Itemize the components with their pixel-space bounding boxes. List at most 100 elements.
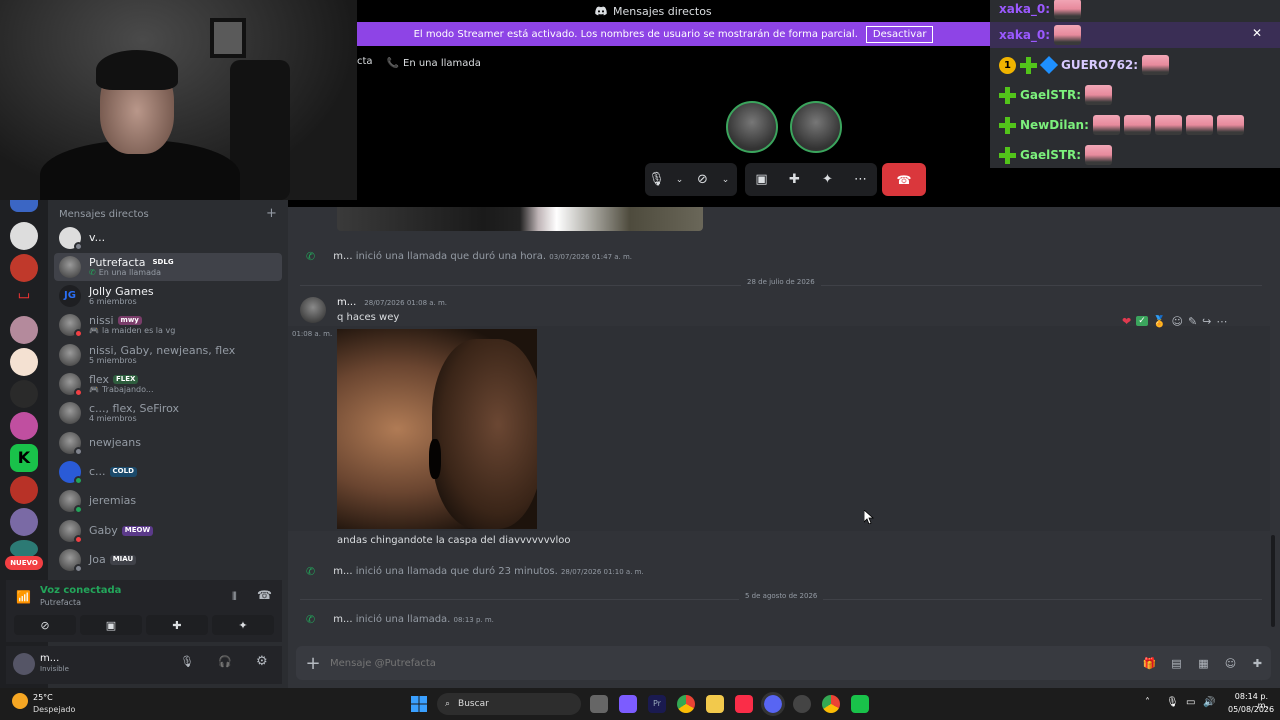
dm-item[interactable]: c..., flex, SeFirox 4 miembros	[54, 399, 282, 427]
camera-off-button[interactable]: ⊘	[14, 615, 76, 635]
avatar	[59, 373, 83, 397]
headphones-icon[interactable]: 🎧	[218, 655, 232, 668]
gear-icon[interactable]: ⚙	[256, 654, 268, 669]
microphone-icon[interactable]: 🎙	[1166, 697, 1179, 708]
message-input[interactable]	[330, 657, 1136, 669]
gift-icon[interactable]: 🎁	[1136, 657, 1163, 670]
close-icon[interactable]: ✕	[1252, 26, 1270, 42]
dm-item[interactable]: nissi, Gaby, newjeans, flex 5 miembros	[54, 341, 282, 369]
server-icon[interactable]	[10, 254, 38, 282]
apps-icon[interactable]: ✚	[1244, 657, 1271, 670]
dm-item[interactable]: Joa MIAU	[54, 546, 282, 574]
user-tag: FLEX	[113, 374, 139, 385]
file-explorer-icon[interactable]	[706, 695, 724, 713]
more-icon[interactable]: ⋯	[1216, 315, 1227, 328]
server-icon[interactable]: ⌴	[10, 286, 38, 306]
message-author[interactable]: m...	[337, 297, 356, 308]
avatar[interactable]	[300, 297, 326, 323]
chrome-icon[interactable]	[677, 695, 695, 713]
server-icon[interactable]	[10, 222, 38, 250]
server-icon[interactable]: K	[10, 444, 38, 472]
dm-item[interactable]: Gaby MEOW	[54, 517, 282, 545]
more-icon[interactable]: ⋯	[850, 169, 872, 191]
soundboard-icon[interactable]: ✦	[817, 169, 839, 191]
emote-icon	[1216, 115, 1244, 135]
dm-item[interactable]: nissi mwy 🎮 la maiden es la vg	[54, 311, 282, 339]
emote-icon	[1054, 25, 1082, 45]
copilot-icon[interactable]	[619, 695, 637, 713]
microphone-icon[interactable]: 🎙	[646, 169, 668, 191]
server-icon[interactable]	[10, 380, 38, 408]
emoji-icon[interactable]: ☺	[1217, 657, 1244, 670]
app-icon[interactable]	[793, 695, 811, 713]
soundboard-button[interactable]: ✦	[212, 615, 274, 635]
dm-item[interactable]: jeremias	[54, 487, 282, 515]
kick-icon[interactable]	[851, 695, 869, 713]
dm-item[interactable]: flex FLEX 🎮 Trabajando...	[54, 370, 282, 398]
weather-temp[interactable]: 25°C	[33, 693, 53, 702]
game-icon: 🎮	[89, 384, 99, 394]
disconnect-icon[interactable]: ☎	[257, 588, 272, 602]
microphone-icon[interactable]: 🎙	[180, 655, 194, 668]
camera-off-icon[interactable]: ⊘	[692, 169, 714, 191]
chevron-up-icon[interactable]: ˄	[1145, 697, 1150, 708]
date-divider-label: 5 de agosto de 2026	[739, 592, 824, 600]
server-icon[interactable]	[10, 476, 38, 504]
avatar[interactable]	[13, 653, 35, 675]
check-icon[interactable]: ✓	[1136, 316, 1148, 326]
chrome-profile-icon[interactable]	[822, 695, 840, 713]
server-icon[interactable]	[10, 200, 38, 212]
premiere-icon[interactable]: Pr	[648, 695, 666, 713]
image-attachment[interactable]	[337, 329, 537, 529]
call-participant-avatar[interactable]	[790, 101, 842, 153]
clock-date[interactable]: 05/08/2026	[1228, 705, 1274, 714]
disable-streamer-button[interactable]: Desactivar	[865, 25, 934, 43]
create-dm-button[interactable]: +	[266, 206, 277, 221]
emote-icon	[1154, 115, 1182, 135]
activities-button[interactable]: ✚	[146, 615, 208, 635]
taskbar-search[interactable]: ⌕ Buscar	[437, 693, 581, 715]
user-status: Invisible	[40, 665, 69, 673]
noise-suppression-icon[interactable]: ⦀	[232, 590, 237, 604]
voice-channel[interactable]: Putrefacta	[40, 598, 81, 607]
hangup-button[interactable]: ☎	[882, 163, 926, 196]
activities-icon[interactable]: ✚	[784, 169, 806, 191]
chat-line: xaka_0:	[990, 0, 1280, 22]
heart-icon[interactable]: ❤	[1122, 315, 1131, 328]
weather-desc[interactable]: Despejado	[33, 705, 75, 714]
chevron-down-icon[interactable]: ⌄	[669, 169, 691, 191]
task-view-icon[interactable]	[590, 695, 608, 713]
taskbar	[0, 688, 1280, 720]
stream-chat-overlay: xaka_0: xaka_0: 1 GUERO762: GaelSTR: New…	[990, 0, 1280, 168]
search-icon: ⌕	[445, 699, 451, 709]
forward-icon[interactable]: ↪	[1202, 315, 1211, 328]
music-icon[interactable]	[735, 695, 753, 713]
volume-icon[interactable]: 🔊	[1203, 697, 1215, 708]
dm-item[interactable]: JG Jolly Games 6 miembros	[54, 282, 282, 310]
screen-share-button[interactable]: ▣	[80, 615, 142, 635]
add-reaction-icon[interactable]: ☺	[1171, 315, 1182, 328]
dm-item[interactable]: newjeans	[54, 429, 282, 457]
gif-icon[interactable]: ▤	[1163, 657, 1190, 670]
image-attachment[interactable]	[337, 207, 703, 231]
screen-share-icon[interactable]: ▣	[751, 169, 773, 191]
server-icon[interactable]	[10, 412, 38, 440]
edit-icon[interactable]: ✎	[1188, 315, 1197, 328]
network-icon[interactable]: ▭	[1186, 697, 1195, 708]
server-icon[interactable]	[10, 316, 38, 344]
server-icon[interactable]	[10, 508, 38, 536]
chevron-down-icon[interactable]: ⌄	[715, 169, 737, 191]
scrollbar[interactable]	[1271, 535, 1275, 627]
start-icon[interactable]	[411, 696, 427, 712]
discord-taskbar-icon[interactable]	[761, 692, 785, 716]
medal-icon[interactable]: 🏅	[1153, 315, 1167, 328]
add-attachment-icon[interactable]: +	[296, 653, 330, 674]
server-icon[interactable]	[10, 348, 38, 376]
dm-item-putrefacta[interactable]: Putrefacta SDLG ✆ En una llamada	[54, 253, 282, 281]
voice-status[interactable]: Voz conectada	[40, 585, 121, 596]
call-participant-avatar[interactable]	[726, 101, 778, 153]
call-system-message: ✆ m... inició una llamada que duró una h…	[306, 250, 633, 263]
dm-item[interactable]: c... COLD	[54, 458, 282, 486]
sticker-icon[interactable]: ▦	[1190, 657, 1217, 670]
dm-item[interactable]: v...	[54, 224, 282, 252]
